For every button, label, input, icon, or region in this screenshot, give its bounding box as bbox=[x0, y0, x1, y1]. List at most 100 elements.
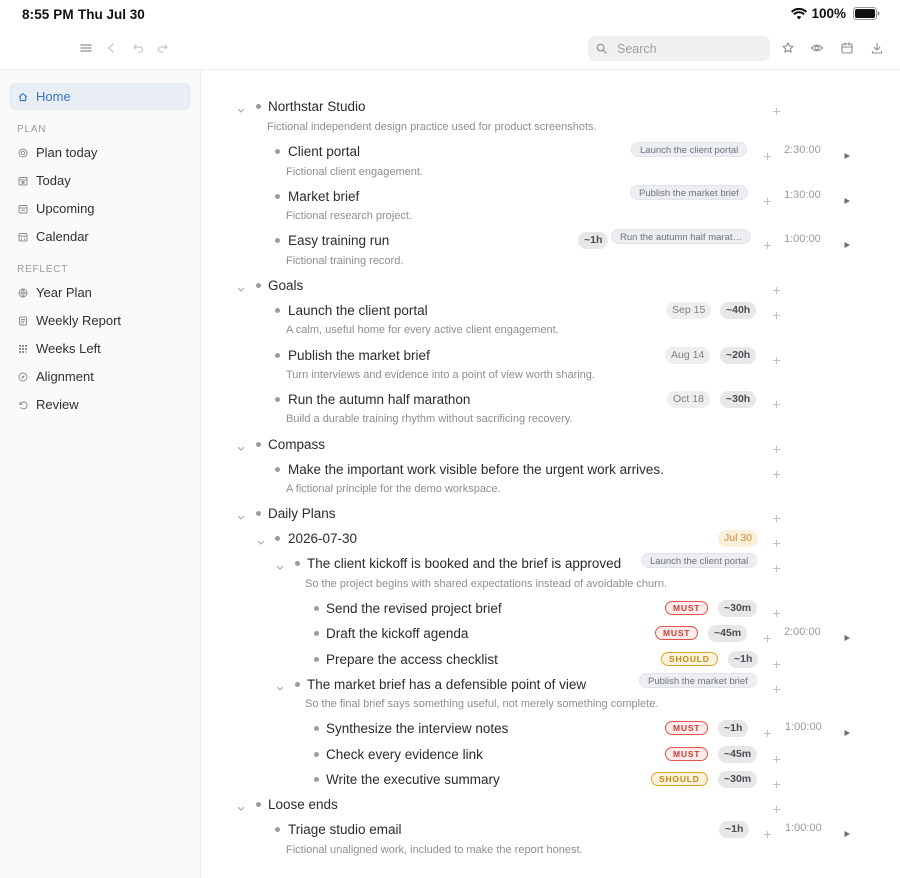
due-date-chip[interactable]: Aug 14 bbox=[665, 347, 711, 364]
bullet[interactable] bbox=[275, 467, 280, 472]
bullet[interactable] bbox=[275, 827, 280, 832]
bullet[interactable] bbox=[314, 631, 319, 636]
estimate-chip[interactable]: ~40h bbox=[720, 302, 757, 319]
node-title[interactable]: Write the executive summary bbox=[326, 772, 500, 787]
node-title[interactable]: Market brief bbox=[288, 189, 359, 204]
node-title[interactable]: Check every evidence link bbox=[326, 747, 483, 762]
add-child-button[interactable] bbox=[763, 193, 772, 205]
search-input[interactable] bbox=[617, 41, 757, 56]
estimate-chip[interactable]: ~45m bbox=[718, 746, 758, 763]
node-title[interactable]: Publish the market brief bbox=[288, 348, 430, 363]
estimate-chip[interactable]: ~30m bbox=[718, 771, 758, 788]
start-timer-button[interactable] bbox=[843, 236, 851, 248]
node-title[interactable]: Triage studio email bbox=[288, 822, 402, 837]
start-timer-button[interactable] bbox=[843, 724, 851, 736]
estimate-chip[interactable]: ~1h bbox=[728, 651, 759, 668]
priority-badge[interactable]: SHOULD bbox=[661, 652, 718, 666]
add-child-button[interactable] bbox=[772, 535, 781, 547]
node-title[interactable]: Easy training run bbox=[288, 233, 389, 248]
node-title[interactable]: Run the autumn half marathon bbox=[288, 392, 470, 407]
goal-tag[interactable]: Publish the market brief bbox=[639, 673, 757, 688]
add-child-button[interactable] bbox=[772, 751, 781, 763]
export-button[interactable] bbox=[869, 40, 885, 56]
bullet[interactable] bbox=[295, 682, 300, 687]
node-title[interactable]: Send the revised project brief bbox=[326, 601, 502, 616]
estimate-chip[interactable]: ~20h bbox=[720, 347, 757, 364]
add-child-button[interactable] bbox=[772, 282, 781, 294]
bullet[interactable] bbox=[314, 752, 319, 757]
preview-button[interactable] bbox=[809, 40, 825, 56]
bullet[interactable] bbox=[256, 802, 261, 807]
start-timer-button[interactable] bbox=[843, 192, 851, 204]
start-timer-button[interactable] bbox=[843, 825, 851, 837]
add-child-button[interactable] bbox=[772, 776, 781, 788]
node-title[interactable]: The client kickoff is booked and the bri… bbox=[307, 556, 621, 571]
add-child-button[interactable] bbox=[772, 307, 781, 319]
node-title[interactable]: Loose ends bbox=[268, 797, 338, 812]
add-child-button[interactable] bbox=[763, 237, 772, 249]
node-title[interactable]: Synthesize the interview notes bbox=[326, 721, 508, 736]
goal-tag[interactable]: Run the autumn half marat… bbox=[611, 229, 751, 244]
collapse-toggle[interactable] bbox=[237, 281, 247, 292]
priority-badge[interactable]: SHOULD bbox=[651, 772, 708, 786]
bullet[interactable] bbox=[275, 238, 280, 243]
sidebar-item-plan-today[interactable]: Plan today bbox=[9, 139, 191, 166]
goal-tag[interactable]: Publish the market brief bbox=[630, 185, 748, 200]
collapse-toggle[interactable] bbox=[237, 509, 247, 520]
estimate-chip[interactable]: ~30h bbox=[720, 391, 757, 408]
sidebar-item-review[interactable]: Review bbox=[9, 391, 191, 418]
bullet[interactable] bbox=[275, 353, 280, 358]
redo-button[interactable] bbox=[155, 40, 171, 56]
sidebar-item-calendar[interactable]: Calendar bbox=[9, 223, 191, 250]
node-title[interactable]: Launch the client portal bbox=[288, 303, 428, 318]
priority-badge[interactable]: MUST bbox=[655, 626, 699, 640]
collapse-toggle[interactable] bbox=[276, 559, 286, 570]
undo-button[interactable] bbox=[130, 40, 146, 56]
search-box[interactable] bbox=[588, 36, 770, 61]
add-child-button[interactable] bbox=[772, 396, 781, 408]
goal-tag[interactable]: Launch the client portal bbox=[641, 553, 758, 568]
bullet[interactable] bbox=[256, 104, 261, 109]
node-title[interactable]: Daily Plans bbox=[268, 506, 336, 521]
node-title[interactable]: Prepare the access checklist bbox=[326, 652, 498, 667]
bullet[interactable] bbox=[275, 194, 280, 199]
collapse-toggle[interactable] bbox=[276, 680, 286, 691]
add-child-button[interactable] bbox=[772, 605, 781, 617]
sidebar-item-today[interactable]: Today bbox=[9, 167, 191, 194]
sidebar-item-home[interactable]: Home bbox=[9, 83, 191, 110]
node-title[interactable]: Client portal bbox=[288, 144, 360, 159]
add-child-button[interactable] bbox=[772, 352, 781, 364]
add-child-button[interactable] bbox=[763, 725, 772, 737]
bullet[interactable] bbox=[256, 283, 261, 288]
bullet[interactable] bbox=[314, 606, 319, 611]
sidebar-item-year-plan[interactable]: Year Plan bbox=[9, 279, 191, 306]
bullet[interactable] bbox=[275, 536, 280, 541]
add-child-button[interactable] bbox=[772, 510, 781, 522]
add-child-button[interactable] bbox=[763, 630, 772, 642]
sidebar-item-weeks-left[interactable]: Weeks Left bbox=[9, 335, 191, 362]
today-date-chip[interactable]: Jul 30 bbox=[718, 530, 759, 547]
bullet[interactable] bbox=[314, 777, 319, 782]
bullet[interactable] bbox=[295, 561, 300, 566]
bullet[interactable] bbox=[314, 657, 319, 662]
add-child-button[interactable] bbox=[763, 826, 772, 838]
sidebar-item-upcoming[interactable]: Upcoming bbox=[9, 195, 191, 222]
add-child-button[interactable] bbox=[772, 103, 781, 115]
calendar-button[interactable] bbox=[839, 40, 855, 56]
goal-tag[interactable]: Launch the client portal bbox=[631, 142, 748, 157]
estimate-chip[interactable]: ~30m bbox=[718, 600, 758, 617]
bullet[interactable] bbox=[275, 149, 280, 154]
priority-badge[interactable]: MUST bbox=[665, 747, 709, 761]
node-title[interactable]: Draft the kickoff agenda bbox=[326, 626, 468, 641]
bullet[interactable] bbox=[275, 308, 280, 313]
bullet[interactable] bbox=[256, 442, 261, 447]
collapse-toggle[interactable] bbox=[257, 534, 267, 545]
sidebar-item-weekly-report[interactable]: Weekly Report bbox=[9, 307, 191, 334]
add-child-button[interactable] bbox=[772, 560, 781, 572]
estimate-chip[interactable]: ~1h bbox=[578, 232, 609, 249]
add-child-button[interactable] bbox=[772, 801, 781, 813]
node-title[interactable]: Compass bbox=[268, 437, 325, 452]
estimate-chip[interactable]: ~1h bbox=[719, 821, 750, 838]
estimate-chip[interactable]: ~1h bbox=[718, 720, 749, 737]
start-timer-button[interactable] bbox=[843, 629, 851, 641]
